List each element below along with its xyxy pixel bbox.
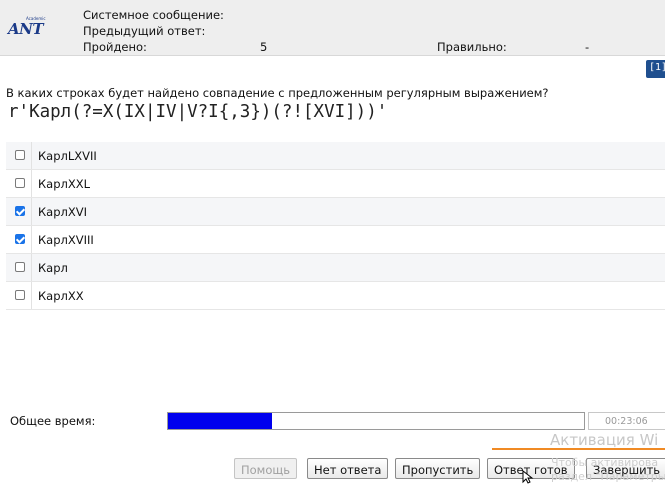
option-checkbox[interactable] bbox=[15, 150, 25, 160]
time-progress-fill bbox=[168, 413, 272, 429]
passed-value: 5 bbox=[260, 40, 268, 54]
option-row[interactable]: КарлLXVII bbox=[6, 142, 665, 170]
previous-answer-label: Предыдущий ответ: bbox=[83, 24, 206, 38]
row-divider bbox=[31, 142, 32, 169]
logo-text: ANT bbox=[8, 20, 44, 38]
option-label[interactable]: КарлXVI bbox=[38, 205, 87, 219]
option-checkbox[interactable] bbox=[15, 290, 25, 300]
skip-button[interactable]: Пропустить bbox=[395, 458, 481, 479]
regex-expression: r'Карл(?=X(IX|IV|V?I{,3})(?![XVI]))' bbox=[8, 102, 388, 122]
row-divider bbox=[31, 226, 32, 253]
status-header: Academic ANT Системное сообщение: Предыд… bbox=[0, 0, 665, 56]
option-row[interactable]: КарлXX bbox=[6, 282, 665, 310]
elapsed-time: 00:23:06 bbox=[588, 412, 665, 430]
option-row[interactable]: КарлXVIII bbox=[6, 226, 665, 254]
activation-watermark-line: раздел "Параметры bbox=[551, 470, 665, 483]
no-answer-button[interactable]: Нет ответа bbox=[307, 458, 389, 479]
option-checkbox[interactable] bbox=[15, 206, 25, 216]
row-divider bbox=[31, 282, 32, 309]
correct-label: Правильно: bbox=[437, 40, 507, 54]
question-id-badge[interactable]: [1] bbox=[646, 60, 665, 78]
option-label[interactable]: КарлXXL bbox=[38, 177, 90, 191]
option-label[interactable]: КарлXVIII bbox=[38, 233, 94, 247]
answer-options: КарлLXVII КарлXXL КарлXVI КарлXVIII Карл… bbox=[6, 142, 665, 310]
option-label[interactable]: КарлLXVII bbox=[38, 149, 97, 163]
option-row[interactable]: КарлXVI bbox=[6, 198, 665, 226]
activation-watermark-line: Чтобы активирова bbox=[551, 456, 659, 469]
activation-watermark-title: Активация Wi bbox=[550, 431, 659, 449]
system-message-label: Системное сообщение: bbox=[83, 8, 224, 22]
row-divider bbox=[31, 198, 32, 225]
time-progress-bar bbox=[167, 412, 585, 430]
option-label[interactable]: Карл bbox=[38, 261, 68, 275]
ant-logo: Academic ANT bbox=[8, 16, 50, 40]
option-label[interactable]: КарлXX bbox=[38, 289, 84, 303]
correct-value: - bbox=[585, 40, 590, 54]
row-divider bbox=[31, 170, 32, 197]
option-row[interactable]: Карл bbox=[6, 254, 665, 282]
passed-label: Пройдено: bbox=[83, 40, 147, 54]
option-checkbox[interactable] bbox=[15, 262, 25, 272]
option-checkbox[interactable] bbox=[15, 178, 25, 188]
total-time-label: Общее время: bbox=[10, 414, 96, 428]
option-checkbox[interactable] bbox=[15, 234, 25, 244]
row-divider bbox=[31, 254, 32, 281]
question-text: В каких строках будет найдено совпадение… bbox=[6, 86, 549, 100]
mouse-cursor-icon bbox=[522, 470, 534, 484]
help-button[interactable]: Помощь bbox=[234, 458, 298, 479]
option-row[interactable]: КарлXXL bbox=[6, 170, 665, 198]
